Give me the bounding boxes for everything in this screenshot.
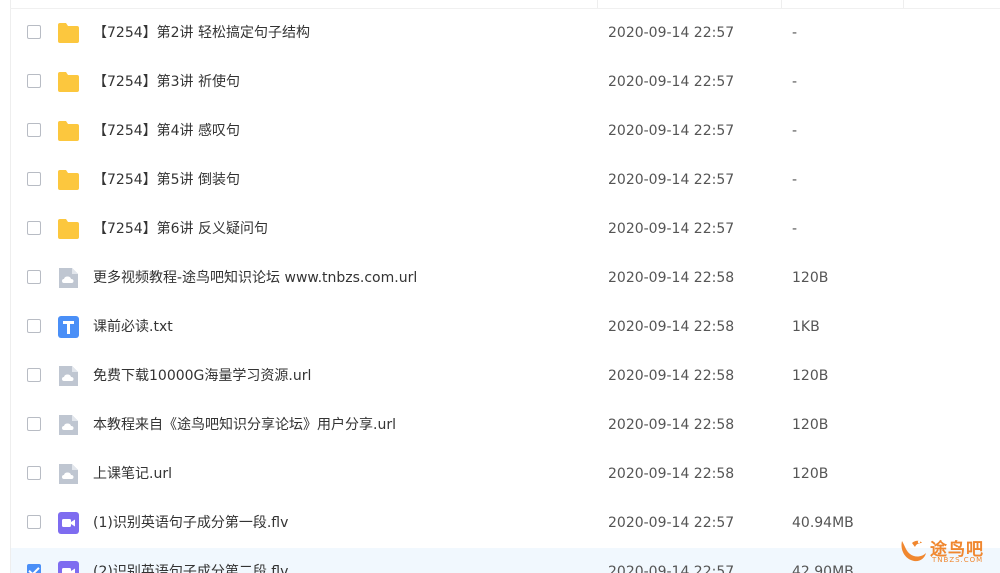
watermark-bird-icon [901, 540, 926, 562]
row-checkbox[interactable] [27, 74, 41, 88]
cloud-link-icon [57, 463, 80, 485]
file-size: 120B [792, 466, 829, 482]
folder-icon [57, 120, 80, 142]
folder-icon [57, 22, 80, 44]
cloud-link-icon [57, 267, 80, 289]
file-row[interactable]: (1)识别英语句子成分第一段.flv 2020-09-14 22:57 40.94M… [11, 499, 1000, 548]
file-row[interactable]: 课前必读.txt 2020-09-14 22:58 1KB [11, 303, 1000, 352]
file-size: 120B [792, 368, 829, 384]
file-list: 【7254】第2讲 轻松搞定句子结构 2020-09-14 22:57- 【7254… [11, 9, 1000, 573]
file-name-link[interactable]: 【7254】第6讲 反义疑问句 [93, 220, 268, 238]
file-modified-time: 2020-09-14 22:57 [608, 74, 735, 90]
file-name-link[interactable]: 【7254】第2讲 轻松搞定句子结构 [93, 24, 310, 42]
watermark-subtext: TNBZS.COM [932, 556, 984, 564]
file-name-link[interactable]: 【7254】第3讲 祈使句 [93, 73, 240, 91]
row-checkbox[interactable] [27, 417, 41, 431]
file-modified-time: 2020-09-14 22:57 [608, 123, 735, 139]
file-row[interactable]: 【7254】第5讲 倒装句 2020-09-14 22:57 - [11, 156, 1000, 205]
file-size: - [792, 172, 798, 188]
file-name-link[interactable]: (2)识别英语句子成分第二段.flv [93, 563, 288, 573]
file-row[interactable]: 免费下载10000G海量学习资源.url 2020-09-14 22:58 120B [11, 352, 1000, 401]
file-size: 40.94MB [792, 515, 854, 531]
file-name-link[interactable]: (1)识别英语句子成分第一段.flv [93, 514, 288, 532]
file-size: - [792, 123, 798, 139]
file-list-page: 【7254】第2讲 轻松搞定句子结构 2020-09-14 22:57- 【7254… [0, 0, 1000, 573]
file-row[interactable]: 【7254】第2讲 轻松搞定句子结构 2020-09-14 22:57 - [11, 9, 1000, 58]
column-divider-end [903, 0, 904, 8]
file-row[interactable]: 本教程来自《途鸟吧知识分享论坛》用户分享.url 2020-09-14 22:58… [11, 401, 1000, 450]
file-modified-time: 2020-09-14 22:58 [608, 319, 735, 335]
folder-icon [57, 71, 80, 93]
file-modified-time: 2020-09-14 22:58 [608, 466, 735, 482]
file-modified-time: 2020-09-14 22:57 [608, 515, 735, 531]
row-checkbox[interactable] [27, 466, 41, 480]
file-size: - [792, 25, 798, 41]
text-file-icon [57, 316, 80, 338]
cloud-link-icon [57, 365, 80, 387]
row-checkbox[interactable] [27, 515, 41, 529]
row-checkbox[interactable] [27, 368, 41, 382]
file-name-link[interactable]: 上课笔记.url [93, 465, 172, 483]
file-name-link[interactable]: 本教程来自《途鸟吧知识分享论坛》用户分享.url [93, 416, 396, 434]
row-checkbox[interactable] [27, 25, 41, 39]
column-divider-time [597, 0, 598, 8]
folder-icon [57, 218, 80, 240]
file-row[interactable]: 更多视频教程-途鸟吧知识论坛 www.tnbzs.com.url 2020-09-… [11, 254, 1000, 303]
file-name-link[interactable]: 【7254】第4讲 感叹句 [93, 122, 240, 140]
file-modified-time: 2020-09-14 22:57 [608, 564, 735, 573]
cloud-link-icon [57, 414, 80, 436]
file-size: 120B [792, 417, 829, 433]
file-row[interactable]: 上课笔记.url 2020-09-14 22:58 120B [11, 450, 1000, 499]
folder-icon [57, 169, 80, 191]
file-modified-time: 2020-09-14 22:58 [608, 368, 735, 384]
file-name-link[interactable]: 更多视频教程-途鸟吧知识论坛 www.tnbzs.com.url [93, 269, 417, 287]
file-row[interactable]: 【7254】第3讲 祈使句 2020-09-14 22:57 - [11, 58, 1000, 107]
column-divider-size [781, 0, 782, 8]
row-checkbox[interactable] [27, 172, 41, 186]
file-modified-time: 2020-09-14 22:57 [608, 172, 735, 188]
file-name-link[interactable]: 课前必读.txt [93, 318, 173, 336]
file-size: 42.90MB [792, 564, 854, 573]
file-row[interactable]: 【7254】第6讲 反义疑问句 2020-09-14 22:57 - [11, 205, 1000, 254]
file-modified-time: 2020-09-14 22:58 [608, 270, 735, 286]
file-size: 120B [792, 270, 829, 286]
file-modified-time: 2020-09-14 22:57 [608, 221, 735, 237]
row-checkbox[interactable] [27, 319, 41, 333]
file-size: - [792, 74, 798, 90]
file-name-link[interactable]: 免费下载10000G海量学习资源.url [93, 367, 311, 385]
row-checkbox[interactable] [27, 221, 41, 235]
file-size: - [792, 221, 798, 237]
file-name-link[interactable]: 【7254】第5讲 倒装句 [93, 171, 240, 189]
video-file-icon [57, 512, 80, 534]
video-file-icon [57, 561, 80, 573]
file-row[interactable]: 【7254】第4讲 感叹句 2020-09-14 22:57 - [11, 107, 1000, 156]
file-size: 1KB [792, 319, 820, 335]
file-modified-time: 2020-09-14 22:57 [608, 25, 735, 41]
row-checkbox[interactable] [27, 123, 41, 137]
file-row[interactable]: (2)识别英语句子成分第二段.flv 2020-09-14 22:57 42.90M… [11, 548, 1000, 573]
row-checkbox[interactable] [27, 270, 41, 284]
file-modified-time: 2020-09-14 22:58 [608, 417, 735, 433]
row-checkbox[interactable] [27, 564, 41, 573]
watermark-logo: 途鸟吧 TNBZS.COM [896, 533, 992, 567]
